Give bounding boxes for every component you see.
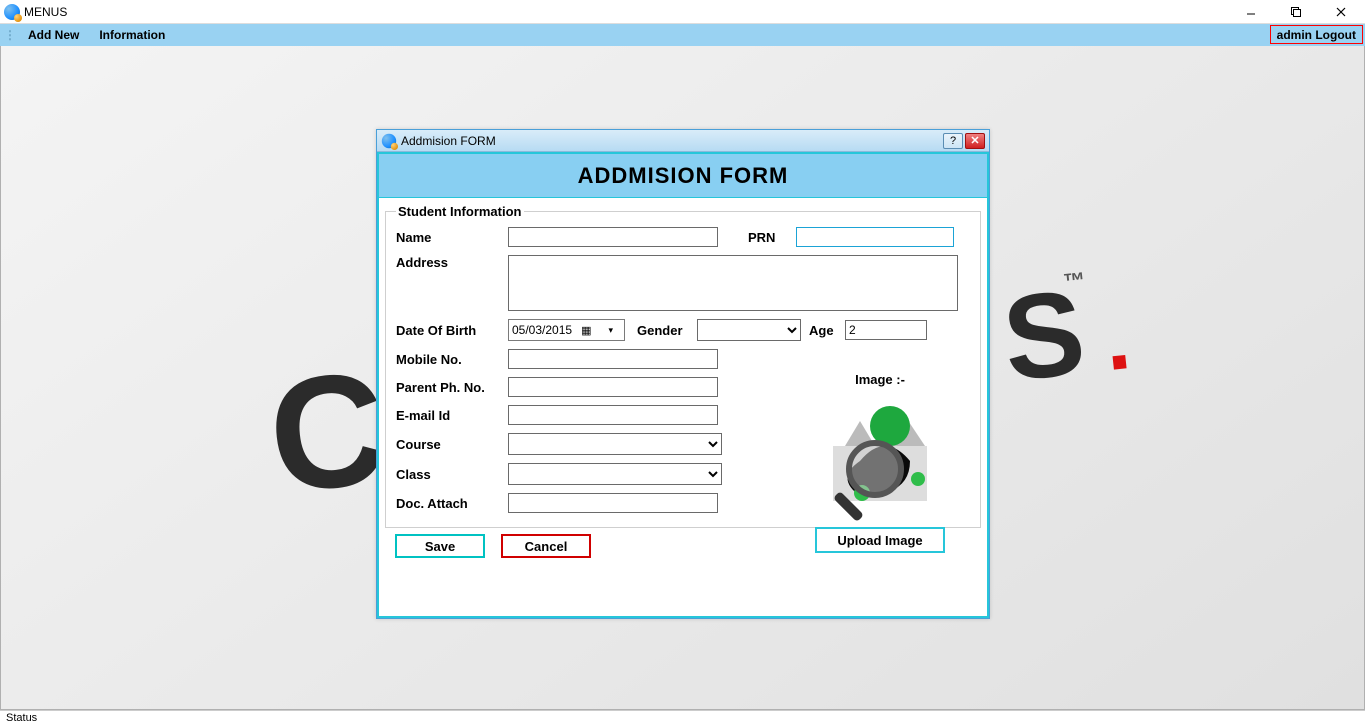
course-select[interactable] bbox=[508, 433, 722, 455]
label-doc-attach: Doc. Attach bbox=[396, 496, 508, 511]
address-textarea[interactable] bbox=[508, 255, 958, 311]
help-button[interactable]: ? bbox=[943, 133, 963, 149]
svg-text:™: ™ bbox=[1062, 267, 1086, 294]
name-input[interactable] bbox=[508, 227, 718, 247]
maximize-button[interactable] bbox=[1273, 1, 1318, 23]
child-titlebar[interactable]: Addmision FORM ? ✕ bbox=[377, 130, 989, 152]
svg-text:S: S bbox=[997, 265, 1091, 407]
label-dob: Date Of Birth bbox=[396, 323, 508, 338]
mobile-input[interactable] bbox=[508, 349, 718, 369]
dob-picker[interactable]: 05/03/2015 ▦ ▾ bbox=[508, 319, 625, 341]
save-button[interactable]: Save bbox=[395, 534, 485, 558]
gender-select[interactable] bbox=[697, 319, 801, 341]
email-input[interactable] bbox=[508, 405, 718, 425]
label-address: Address bbox=[396, 255, 508, 270]
class-select[interactable] bbox=[508, 463, 722, 485]
minimize-button[interactable] bbox=[1228, 1, 1273, 23]
age-input[interactable] bbox=[845, 320, 927, 340]
label-email: E-mail Id bbox=[396, 408, 508, 423]
statusbar: Status bbox=[0, 710, 1365, 728]
student-info-legend: Student Information bbox=[396, 204, 524, 219]
main-titlebar: MENUS bbox=[0, 0, 1365, 24]
menu-add-new[interactable]: Add New bbox=[18, 28, 89, 42]
admission-form-window: Addmision FORM ? ✕ ADDMISION FORM Studen… bbox=[376, 129, 990, 619]
upload-image-button[interactable]: Upload Image bbox=[815, 527, 945, 553]
image-panel: Image :- Upload Image bbox=[805, 372, 955, 553]
label-image: Image :- bbox=[805, 372, 955, 387]
image-placeholder bbox=[815, 391, 945, 521]
app-icon bbox=[4, 4, 20, 20]
chevron-down-icon[interactable]: ▾ bbox=[601, 325, 621, 336]
label-class: Class bbox=[396, 467, 508, 482]
close-button[interactable] bbox=[1318, 1, 1363, 23]
menubar: ⋮ Add New Information admin Logout bbox=[0, 24, 1365, 46]
label-name: Name bbox=[396, 230, 508, 245]
svg-text:.: . bbox=[1099, 288, 1134, 390]
label-course: Course bbox=[396, 437, 508, 452]
label-gender: Gender bbox=[637, 323, 697, 338]
label-parent-ph: Parent Ph. No. bbox=[396, 380, 508, 395]
dob-value: 05/03/2015 bbox=[512, 323, 572, 337]
label-prn: PRN bbox=[748, 230, 796, 245]
mdi-client: C O N S . ™ Addmision FORM ? ✕ ADDMISION… bbox=[0, 46, 1365, 710]
child-app-icon bbox=[382, 133, 396, 147]
child-window-title: Addmision FORM bbox=[401, 134, 496, 148]
prn-input[interactable] bbox=[796, 227, 954, 247]
label-age: Age bbox=[809, 323, 845, 338]
form-body: ADDMISION FORM Student Information Name … bbox=[377, 152, 989, 618]
status-text: Status bbox=[6, 712, 37, 724]
menu-information[interactable]: Information bbox=[89, 28, 175, 42]
form-banner: ADDMISION FORM bbox=[379, 154, 987, 198]
parent-phone-input[interactable] bbox=[508, 377, 718, 397]
window-title: MENUS bbox=[24, 5, 67, 19]
cancel-button[interactable]: Cancel bbox=[501, 534, 591, 558]
logout-button[interactable]: admin Logout bbox=[1270, 25, 1363, 44]
doc-attach-input[interactable] bbox=[508, 493, 718, 513]
child-close-button[interactable]: ✕ bbox=[965, 133, 985, 149]
calendar-icon[interactable]: ▦ bbox=[576, 324, 596, 337]
label-mobile: Mobile No. bbox=[396, 352, 508, 367]
